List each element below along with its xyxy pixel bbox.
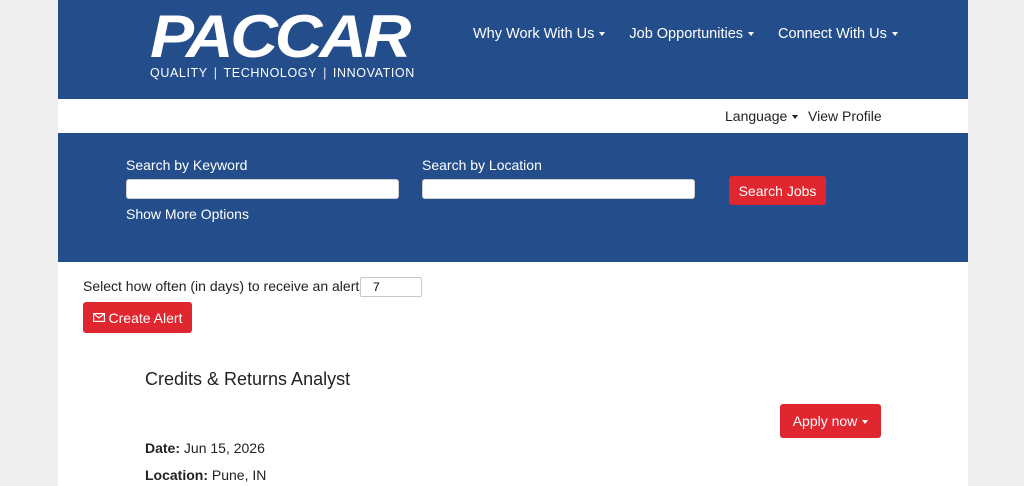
apply-now-label: Apply now bbox=[792, 413, 858, 429]
tagline-technology: TECHNOLOGY bbox=[223, 66, 318, 80]
alert-days-input[interactable] bbox=[360, 277, 422, 297]
caret-down-icon bbox=[862, 420, 869, 425]
job-title: Credits & Returns Analyst bbox=[145, 369, 351, 389]
nav-why-work-with-us[interactable]: Why Work With Us bbox=[473, 26, 606, 42]
date-value: Jun 15, 2026 bbox=[183, 440, 265, 456]
create-alert-button[interactable]: Create Alert bbox=[83, 302, 192, 333]
caret-down-icon bbox=[792, 115, 799, 120]
nav-label: Connect With Us bbox=[778, 26, 887, 42]
site-header: PACCAR QUALITY | TECHNOLOGY | INNOVATION Why… bbox=[58, 0, 968, 99]
location-label: Search by Location bbox=[422, 157, 542, 173]
svg-text:PACCAR: PACCAR bbox=[150, 8, 411, 62]
date-label: Date: bbox=[145, 440, 181, 456]
search-jobs-button[interactable]: Search Jobs bbox=[729, 176, 826, 205]
tagline-innovation: INNOVATION bbox=[332, 66, 415, 80]
caret-down-icon bbox=[748, 32, 755, 37]
location-input[interactable] bbox=[422, 179, 695, 199]
keyword-input[interactable] bbox=[126, 179, 399, 199]
create-alert-label: Create Alert bbox=[108, 309, 183, 326]
show-more-options-link[interactable]: Show More Options bbox=[126, 206, 249, 222]
main-nav: Why Work With Us Job Opportunities Conne… bbox=[473, 26, 922, 42]
keyword-label: Search by Keyword bbox=[126, 157, 248, 173]
job-date: Date: Jun 15, 2026 bbox=[145, 440, 265, 456]
page: PACCAR QUALITY | TECHNOLOGY | INNOVATION Why… bbox=[58, 0, 968, 486]
utility-bar: Language View Profile bbox=[58, 99, 968, 133]
logo-tagline: QUALITY | TECHNOLOGY | INNOVATION bbox=[150, 66, 415, 80]
language-menu[interactable]: Language bbox=[725, 108, 799, 124]
nav-connect-with-us[interactable]: Connect With Us bbox=[778, 26, 898, 42]
view-profile-link[interactable]: View Profile bbox=[808, 108, 882, 124]
caret-down-icon bbox=[891, 32, 898, 37]
nav-job-opportunities[interactable]: Job Opportunities bbox=[629, 26, 755, 42]
search-panel: Search by Keyword Search by Location Sea… bbox=[58, 133, 968, 262]
envelope-icon bbox=[92, 313, 105, 322]
job-location: Location: Pune, IN bbox=[145, 467, 266, 483]
nav-label: Why Work With Us bbox=[473, 26, 595, 42]
location-value: Pune, IN bbox=[211, 467, 267, 483]
alert-frequency-label: Select how often (in days) to receive an… bbox=[83, 278, 364, 294]
location-label: Location: bbox=[145, 467, 208, 483]
nav-label: Job Opportunities bbox=[629, 26, 744, 42]
language-label: Language bbox=[725, 108, 788, 124]
caret-down-icon bbox=[599, 32, 606, 37]
tagline-quality: QUALITY bbox=[150, 66, 208, 80]
paccar-logo[interactable]: PACCAR QUALITY | TECHNOLOGY | INNOVATION bbox=[150, 8, 415, 84]
paccar-wordmark: PACCAR bbox=[150, 8, 412, 62]
apply-now-button[interactable]: Apply now bbox=[780, 404, 881, 438]
